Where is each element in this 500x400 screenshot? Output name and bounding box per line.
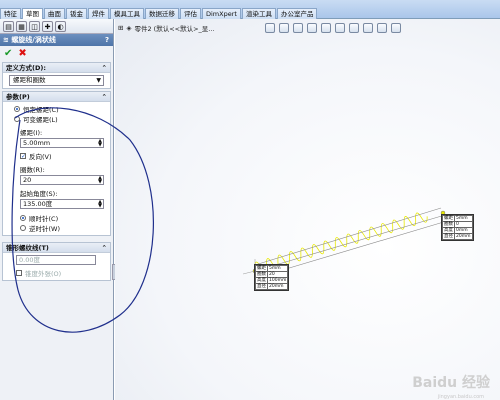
ok-check-icon[interactable]: ✔	[4, 48, 12, 59]
spin-arrows-icon[interactable]: ▲ ▼	[98, 200, 102, 209]
baidu-watermark-url: jingyan.baidu.com	[437, 394, 484, 400]
tab-render-tools[interactable]: 渲染工具	[241, 8, 276, 19]
reverse-label: 反向(V)	[29, 153, 52, 161]
radio-constant-pitch[interactable]: 恒定螺距(C)	[14, 104, 107, 114]
pitch-value: 5.00mm	[23, 139, 51, 147]
definition-section: 定义方式(D): ⌃ 螺距和圈数 ▼	[2, 62, 111, 89]
taper-outward-label: 锥度外张(O)	[25, 270, 62, 278]
ok-cancel-row: ✔ ✖	[0, 46, 113, 60]
property-manager-panel: ▤ ▦ ◫ ✚ ◐ ≋ 螺旋线/涡状线 ? ✔ ✖ 定义方式(D): ⌃ 螺距和…	[0, 19, 116, 400]
tab-surface[interactable]: 曲面	[44, 8, 65, 19]
taper-section: 锥形螺纹线(T) ⌃ 0.00度 锥度外张(O)	[2, 242, 111, 281]
tab-mold-tools[interactable]: 模具工具	[110, 8, 144, 19]
baidu-watermark: Baidu 经验	[412, 375, 490, 391]
help-icon[interactable]: ?	[105, 34, 109, 46]
radio-constant-label: 恒定螺距(C)	[23, 106, 59, 114]
revolutions-input[interactable]: 20 ▲ ▼	[20, 175, 104, 185]
chevron-up-icon[interactable]: ⌃	[102, 63, 107, 73]
pm-title-bar: ≋ 螺旋线/涡状线 ?	[0, 34, 113, 46]
tab-weldments[interactable]: 焊件	[88, 8, 109, 19]
pm-title: 螺旋线/涡状线	[11, 36, 56, 44]
config-manager-icon[interactable]: ◫	[29, 21, 40, 32]
callout-value[interactable]: 100mm	[266, 277, 289, 284]
radio-cw-label: 顺时针(C)	[29, 215, 59, 223]
callout-key: 圈数	[255, 271, 268, 278]
chevron-up-icon[interactable]: ⌃	[102, 243, 107, 253]
start-angle-input[interactable]: 135.00度 ▲ ▼	[20, 199, 104, 209]
tab-dimxpert[interactable]: DimXpert	[202, 8, 241, 19]
taper-angle-input[interactable]: 0.00度	[16, 255, 96, 265]
callout-key: 螺距	[442, 215, 455, 222]
parameters-header[interactable]: 参数(P) ⌃	[3, 92, 110, 102]
radio-button[interactable]	[20, 215, 26, 221]
tab-data-migration[interactable]: 数据迁移	[145, 8, 179, 19]
callout-key: 螺距	[255, 265, 268, 272]
chevron-down-icon[interactable]: ▼	[96, 76, 101, 85]
radio-button[interactable]	[14, 116, 20, 122]
callout-end: 螺距 5mm 圈数 0 高度 0mm 直径 20mm	[441, 214, 474, 241]
start-angle-label: 起始角度(S):	[20, 190, 58, 198]
radio-clockwise[interactable]: 顺时针(C)	[20, 213, 107, 223]
reverse-checkbox-row[interactable]: ✓ 反向(V)	[20, 151, 107, 161]
helix-feature-icon: ≋	[3, 36, 9, 44]
tab-sketch[interactable]: 草图	[22, 8, 43, 19]
callout-start: 螺距 5mm 圈数 20 高度 100mm 直径 20mm	[254, 264, 290, 291]
parameters-header-label: 参数(P)	[6, 93, 30, 101]
definition-select[interactable]: 螺距和圈数 ▼	[9, 75, 104, 86]
radio-button[interactable]	[14, 106, 20, 112]
callout-value[interactable]: 20mm	[266, 283, 289, 290]
taper-angle-value: 0.00度	[19, 256, 40, 264]
display-manager-icon[interactable]: ◐	[55, 21, 66, 32]
taper-header[interactable]: 锥形螺纹线(T) ⌃	[3, 243, 110, 253]
chevron-up-icon[interactable]: ⌃	[102, 92, 107, 102]
radio-ccw-label: 逆时针(W)	[29, 225, 60, 233]
taper-header-label: 锥形螺纹线(T)	[6, 244, 49, 252]
pitch-label: 螺距(I):	[20, 129, 43, 137]
reverse-checkbox[interactable]: ✓	[20, 153, 26, 160]
taper-outward-row[interactable]: 锥度外张(O)	[16, 268, 107, 278]
callout-key: 高度	[255, 277, 268, 284]
ribbon-tabs: 特征 草图 曲面 钣金 焊件 模具工具 数据迁移 评估 DimXpert 渲染工…	[0, 8, 318, 19]
dimxpert-manager-icon[interactable]: ✚	[42, 21, 53, 32]
revolutions-label: 圈数(R):	[20, 166, 45, 174]
definition-header-label: 定义方式(D):	[6, 64, 46, 72]
property-manager-icon[interactable]: ▦	[16, 21, 27, 32]
parameters-section: 参数(P) ⌃ 恒定螺距(C) 可变螺距(L) 螺距(I): 5.00mm ▲ ▼…	[2, 91, 111, 236]
tab-office-products[interactable]: 办公室产品	[276, 8, 318, 19]
ribbon-tabstrip: 特征 草图 曲面 钣金 焊件 模具工具 数据迁移 评估 DimXpert 渲染工…	[0, 0, 500, 19]
radio-counterclockwise[interactable]: 逆时针(W)	[20, 223, 107, 233]
taper-outward-checkbox[interactable]	[16, 270, 22, 276]
revolutions-value: 20	[23, 176, 32, 184]
definition-header[interactable]: 定义方式(D): ⌃	[3, 63, 110, 73]
tab-sheet-metal[interactable]: 钣金	[66, 8, 87, 19]
feature-manager-icon[interactable]: ▤	[3, 21, 14, 32]
cancel-x-icon[interactable]: ✖	[18, 48, 26, 59]
tab-evaluate[interactable]: 评估	[180, 8, 201, 19]
spin-arrows-icon[interactable]: ▲ ▼	[98, 139, 102, 148]
callout-key: 直径	[442, 233, 455, 240]
helix-preview	[242, 207, 448, 278]
callout-value[interactable]: 20mm	[454, 233, 473, 240]
graphics-area[interactable]: ⊞ ◈ 零件2 (默认<<默认>_显... 螺距 5mm 圈数 0 高度 0mm…	[115, 19, 500, 400]
spin-arrows-icon[interactable]: ▲ ▼	[98, 176, 102, 185]
radio-button[interactable]	[20, 225, 26, 231]
callout-key: 直径	[255, 283, 268, 290]
callout-key: 圈数	[442, 221, 455, 228]
definition-selected-value: 螺距和圈数	[13, 76, 46, 84]
pitch-input[interactable]: 5.00mm ▲ ▼	[20, 138, 104, 148]
radio-variable-pitch[interactable]: 可变螺距(L)	[14, 114, 107, 124]
radio-variable-label: 可变螺距(L)	[23, 116, 58, 124]
callout-key: 高度	[442, 227, 455, 234]
start-angle-value: 135.00度	[23, 200, 53, 208]
manager-tabs: ▤ ▦ ◫ ✚ ◐	[0, 19, 113, 34]
tab-features[interactable]: 特征	[0, 8, 21, 19]
